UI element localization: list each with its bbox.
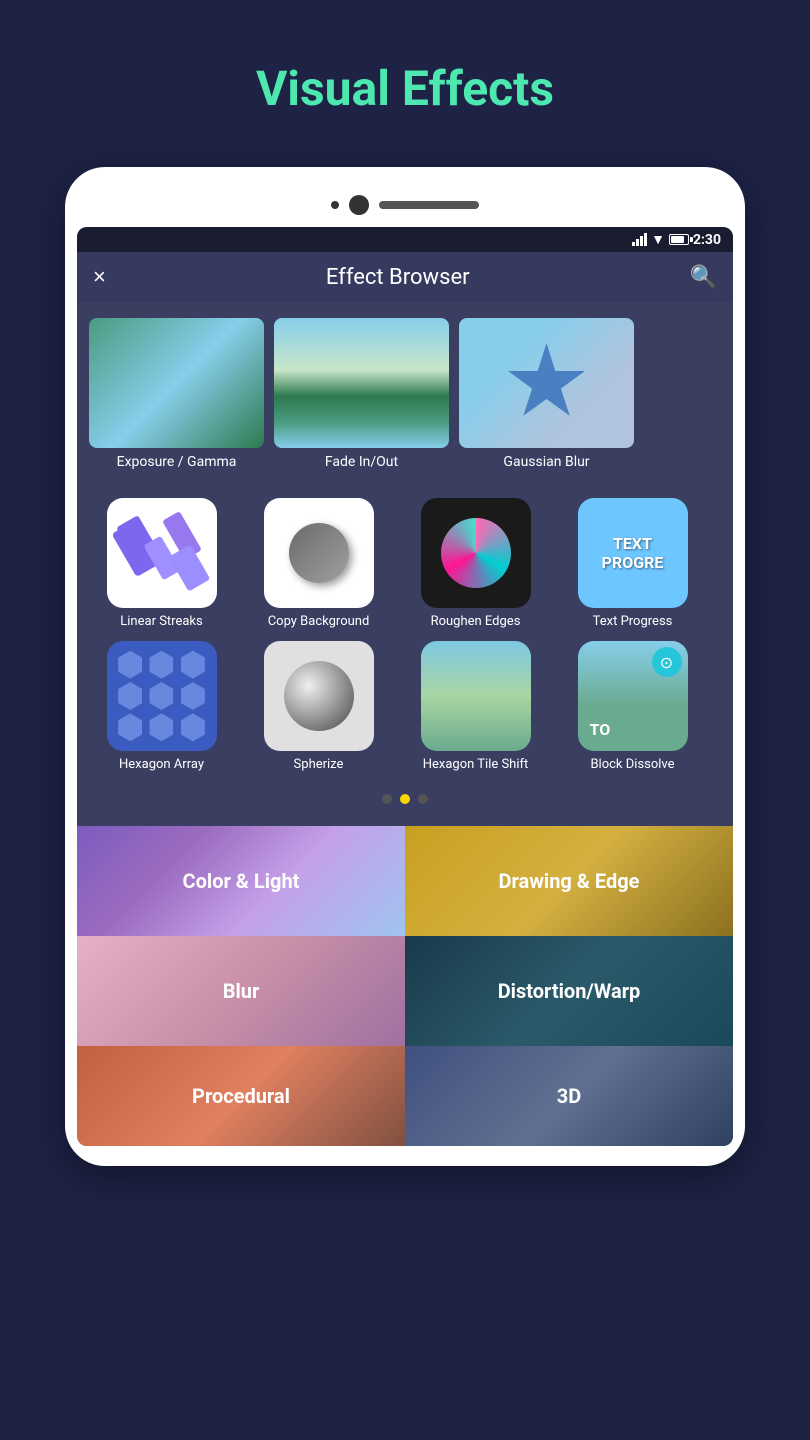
effect-preview-exposure (89, 318, 264, 448)
effect-thumb-copy (264, 498, 374, 608)
category-card-distortion[interactable]: Distortion/Warp (405, 936, 733, 1046)
category-label: Procedural (192, 1084, 290, 1108)
text-progress-text: TEXTPROGRE (602, 534, 664, 572)
search-button[interactable]: 🔍 (690, 264, 717, 290)
effect-label: Linear Streaks (120, 614, 202, 629)
status-bar: ▼ 2:30 (77, 227, 733, 252)
effect-card-spherize[interactable]: Spherize (246, 641, 391, 772)
effect-thumb-linear (107, 498, 217, 608)
effect-card-linear-streaks[interactable]: Linear Streaks (89, 498, 234, 629)
effect-label: Gaussian Blur (459, 454, 634, 470)
app-bar-title: Effect Browser (326, 265, 470, 290)
effect-card-roughen-edges[interactable]: Roughen Edges (403, 498, 548, 629)
close-button[interactable]: × (93, 264, 106, 290)
pagination-dots (89, 784, 721, 814)
effect-preview-gaussian (459, 318, 634, 448)
phone-screen: ▼ 2:30 × Effect Browser 🔍 Exposure / Gam… (77, 227, 733, 1146)
effect-card-hexagon-tile-shift[interactable]: Hexagon Tile Shift (403, 641, 548, 772)
to-label: TO (590, 720, 611, 739)
category-bottom-row: Procedural 3D (77, 1046, 733, 1146)
copy-sphere (289, 523, 349, 583)
effect-thumb-hexagon-array (107, 641, 217, 751)
effect-card-block-dissolve[interactable]: TO Block Dissolve (560, 641, 705, 772)
effect-preview-fade (274, 318, 449, 448)
phone-top-bar (77, 187, 733, 227)
effect-label: Fade In/Out (274, 454, 449, 470)
dot-2[interactable] (400, 794, 410, 804)
effect-card-text-progress[interactable]: TEXTPROGRE Text Progress (560, 498, 705, 629)
dot-1[interactable] (382, 794, 392, 804)
status-icons: ▼ 2:30 (632, 231, 721, 248)
category-label: 3D (557, 1084, 581, 1108)
category-card-3d[interactable]: 3D (405, 1046, 733, 1146)
category-card-drawing-edge[interactable]: Drawing & Edge (405, 826, 733, 936)
phone-speaker (379, 201, 479, 209)
effect-thumb-spherize (264, 641, 374, 751)
signal-icon (632, 233, 647, 246)
roughen-circle (441, 518, 511, 588)
effects-grid-section: Linear Streaks Copy Background (77, 486, 733, 826)
effect-label: Hexagon Array (119, 757, 204, 772)
category-card-color-light[interactable]: Color & Light (77, 826, 405, 936)
effects-row-1: Linear Streaks Copy Background (89, 498, 721, 629)
battery-icon (669, 234, 689, 245)
effect-label: Spherize (294, 757, 344, 772)
effect-label: Roughen Edges (431, 614, 521, 629)
phone-dot (331, 201, 339, 209)
status-time: 2:30 (693, 232, 721, 248)
list-item[interactable]: Exposure / Gamma (89, 318, 264, 470)
page-title: Visual Effects (0, 0, 810, 167)
effect-thumb-block-dissolve: TO (578, 641, 688, 751)
list-item[interactable]: Gaussian Blur (459, 318, 634, 470)
phone-device: ▼ 2:30 × Effect Browser 🔍 Exposure / Gam… (65, 167, 745, 1166)
category-card-procedural[interactable]: Procedural (77, 1046, 405, 1146)
category-label: Color & Light (183, 869, 300, 893)
category-grid: Color & Light Drawing & Edge Blur Distor… (77, 826, 733, 1046)
effect-label: Exposure / Gamma (89, 454, 264, 470)
phone-camera (349, 195, 369, 215)
effects-row-2: Hexagon Array Spherize Hexag (89, 641, 721, 772)
wifi-icon: ▼ (651, 231, 665, 248)
star-shape (507, 343, 587, 423)
effect-thumb-hex-tile (421, 641, 531, 751)
dot-3[interactable] (418, 794, 428, 804)
battery-fill (671, 236, 684, 243)
effect-thumb-roughen (421, 498, 531, 608)
effect-label: Text Progress (593, 614, 673, 629)
effect-thumb-text-progress: TEXTPROGRE (578, 498, 688, 608)
effect-card-hexagon-array[interactable]: Hexagon Array (89, 641, 234, 772)
effect-label: Hexagon Tile Shift (423, 757, 529, 772)
category-label: Distortion/Warp (498, 979, 641, 1003)
horizontal-scroll-area[interactable]: Exposure / Gamma Fade In/Out Gaussian Bl… (77, 302, 733, 486)
list-item[interactable]: Fade In/Out (274, 318, 449, 470)
app-bar: × Effect Browser 🔍 (77, 252, 733, 302)
category-label: Blur (223, 979, 260, 1003)
category-card-blur[interactable]: Blur (77, 936, 405, 1046)
category-label: Drawing & Edge (499, 869, 640, 893)
sphere-visual (284, 661, 354, 731)
effect-label: Copy Background (268, 614, 370, 629)
effect-label: Block Dissolve (590, 757, 674, 772)
effect-card-copy-background[interactable]: Copy Background (246, 498, 391, 629)
dissolve-badge (652, 647, 682, 677)
